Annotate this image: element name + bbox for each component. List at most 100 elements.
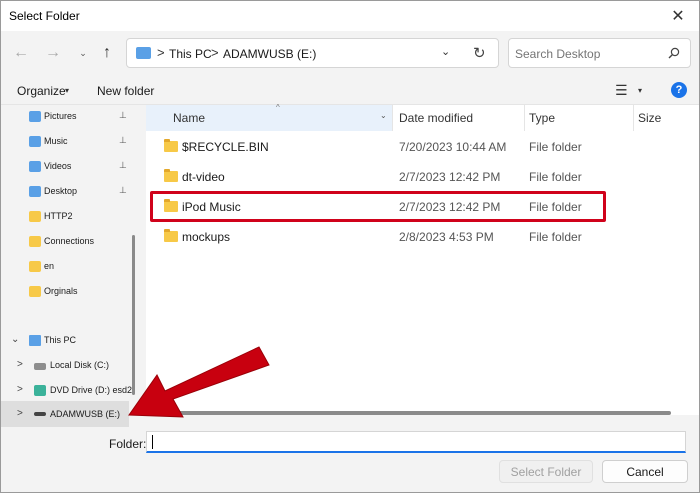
nav-item-label: en [44, 261, 55, 271]
file-type: File folder [529, 230, 582, 244]
arrow-left-icon: ← [13, 44, 29, 61]
caret-down-icon: ▾ [65, 86, 70, 95]
chevron-down-icon[interactable]: ⌄ [11, 334, 19, 345]
nav-item-music[interactable]: Music ⊥ [1, 130, 129, 154]
chevron-right-icon[interactable]: > [17, 384, 23, 395]
pin-icon: ⊥ [119, 185, 127, 195]
breadcrumb-adamwusb[interactable]: ADAMWUSB (E:) [223, 47, 316, 61]
nav-item-adamwusb[interactable]: > ADAMWUSB (E:) [1, 401, 129, 427]
nav-item-label: Videos [44, 161, 72, 171]
drive-icon [34, 363, 46, 370]
nav-item-label: Local Disk (C:) [50, 360, 110, 370]
column-divider[interactable] [524, 105, 525, 131]
breadcrumb-separator-icon: > [211, 45, 219, 60]
nav-item-connections[interactable]: Connections [1, 230, 129, 254]
file-type: File folder [529, 170, 582, 184]
organize-button[interactable]: Organize [17, 84, 66, 98]
nav-item-label: ADAMWUSB (E:) [50, 409, 121, 419]
help-button[interactable]: ? [671, 82, 687, 98]
nav-item-videos[interactable]: Videos ⊥ [1, 155, 129, 179]
breadcrumb-separator-icon: > [157, 45, 165, 60]
nav-item-local-disk[interactable]: > Local Disk (C:) [1, 354, 129, 378]
navigation-bar: ← → ⌄ ↑ > This PC > ADAMWUSB (E:) ⌄ ↻ [1, 31, 699, 75]
search-icon [668, 47, 680, 59]
folder-input[interactable] [151, 434, 681, 450]
cancel-button[interactable]: Cancel [602, 460, 688, 483]
nav-item-label: This PC [44, 335, 77, 345]
videos-icon [29, 161, 41, 172]
select-folder-dialog: Select Folder ✕ ← → ⌄ ↑ > This PC > ADAM… [0, 0, 700, 493]
folder-icon [29, 261, 41, 272]
nav-item-dvd-drive[interactable]: > DVD Drive (D:) esd2 [1, 379, 139, 403]
nav-item-this-pc[interactable]: ⌄ This PC [1, 329, 129, 353]
refresh-icon[interactable]: ↻ [473, 44, 486, 62]
nav-item-label: Desktop [44, 186, 78, 196]
column-header-name[interactable]: Name ^ ⌄ [146, 103, 393, 131]
new-folder-button[interactable]: New folder [97, 84, 154, 98]
folder-icon [29, 211, 41, 222]
chevron-down-icon: ⌄ [79, 47, 87, 58]
file-name: dt-video [182, 170, 225, 184]
file-date: 7/20/2023 10:44 AM [399, 140, 507, 154]
table-row[interactable]: mockups 2/8/2023 4:53 PM File folder [146, 222, 699, 252]
desktop-icon [29, 186, 41, 197]
nav-item-desktop[interactable]: Desktop ⊥ [1, 180, 129, 204]
file-name: $RECYCLE.BIN [182, 140, 269, 154]
navigation-pane: Pictures ⊥ Music ⊥ Videos ⊥ Desktop ⊥ HT… [1, 105, 139, 427]
address-bar[interactable]: > This PC > ADAMWUSB (E:) ⌄ ↻ [126, 38, 499, 68]
forward-button[interactable]: → [41, 41, 65, 65]
search-box[interactable] [508, 38, 691, 68]
nav-item-label: DVD Drive (D:) esd2 [50, 385, 133, 395]
address-dropdown-icon[interactable]: ⌄ [441, 45, 450, 58]
close-icon: ✕ [671, 8, 685, 25]
column-divider[interactable] [633, 105, 634, 131]
usb-drive-icon [34, 412, 46, 416]
nav-item-label: Music [44, 136, 68, 146]
title-bar: Select Folder ✕ [1, 1, 699, 31]
select-folder-button[interactable]: Select Folder [499, 460, 593, 483]
chevron-down-icon[interactable]: ⌄ [380, 111, 387, 120]
caret-down-icon[interactable]: ▾ [638, 86, 642, 95]
arrow-right-icon: → [45, 44, 61, 61]
pc-icon [29, 335, 41, 346]
file-type: File folder [529, 140, 582, 154]
column-header-date-modified[interactable]: Date modified [399, 111, 473, 125]
arrow-up-icon: ↑ [103, 44, 111, 61]
chevron-right-icon[interactable]: > [17, 408, 23, 419]
text-cursor [152, 435, 153, 449]
view-options-icon[interactable]: ☰ [615, 82, 628, 99]
annotation-arrow-icon [128, 346, 270, 418]
nav-item-pictures[interactable]: Pictures ⊥ [1, 105, 129, 129]
folder-icon [29, 236, 41, 247]
folder-icon [164, 169, 178, 182]
search-input[interactable] [515, 47, 655, 61]
nav-item-en[interactable]: en [1, 255, 129, 279]
table-row[interactable]: $RECYCLE.BIN 7/20/2023 10:44 AM File fol… [146, 132, 699, 162]
nav-item-http2[interactable]: HTTP2 [1, 205, 129, 229]
folder-icon [29, 286, 41, 297]
music-icon [29, 136, 41, 147]
nav-item-label: Orginals [44, 286, 78, 296]
pin-icon: ⊥ [119, 110, 127, 120]
folder-field[interactable] [146, 431, 686, 453]
this-pc-folder-icon [136, 47, 151, 59]
column-header-type[interactable]: Type [529, 111, 555, 125]
nav-item-orginals[interactable]: Orginals [1, 280, 129, 304]
breadcrumb-this-pc[interactable]: This PC [169, 47, 212, 61]
up-button[interactable]: ↑ [95, 41, 119, 65]
table-row[interactable]: dt-video 2/7/2023 12:42 PM File folder [146, 162, 699, 192]
nav-item-label: Pictures [44, 111, 77, 121]
pictures-icon [29, 111, 41, 122]
nav-item-label: HTTP2 [44, 211, 73, 221]
command-bar: Organize ▾ New folder ☰ ▾ ? [1, 77, 699, 105]
column-header-size[interactable]: Size [638, 111, 661, 125]
close-button[interactable]: ✕ [663, 3, 693, 29]
highlight-box-annotation [150, 191, 606, 222]
sort-ascending-icon: ^ [276, 103, 280, 112]
recent-locations-button[interactable]: ⌄ [71, 41, 95, 65]
chevron-right-icon[interactable]: > [17, 359, 23, 370]
file-date: 2/8/2023 4:53 PM [399, 230, 494, 244]
column-name-label: Name [173, 111, 206, 125]
back-button[interactable]: ← [9, 41, 33, 65]
file-name: mockups [182, 230, 231, 244]
